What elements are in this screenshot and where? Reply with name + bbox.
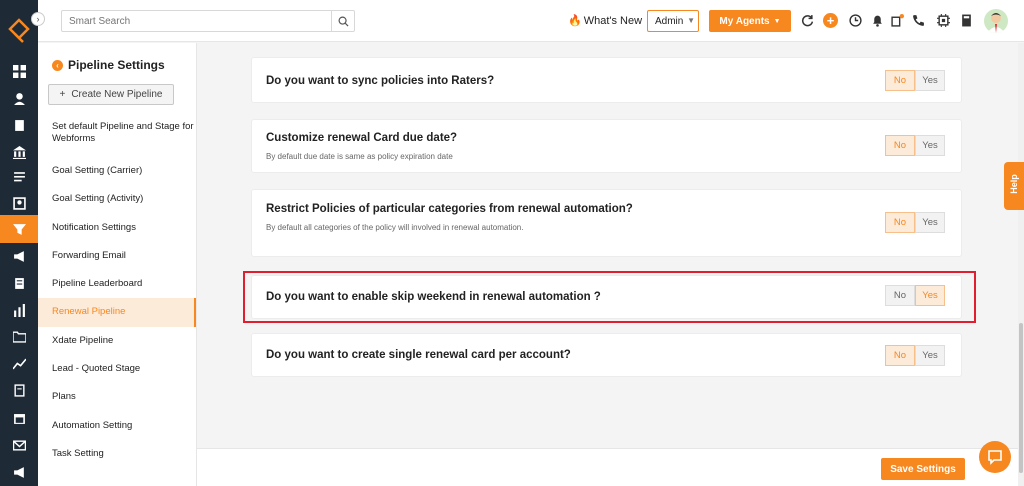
search-button[interactable] xyxy=(331,11,354,31)
admin-select[interactable]: Admin ▼ xyxy=(647,10,699,32)
scrollbar[interactable] xyxy=(1018,43,1024,486)
chevron-down-icon: ▼ xyxy=(773,17,781,25)
no-option[interactable]: No xyxy=(885,345,915,366)
whats-new-label: What's New xyxy=(583,14,643,27)
search-input[interactable] xyxy=(62,11,330,32)
announce-icon[interactable] xyxy=(0,458,38,486)
sidebar-title: ‹ Pipeline Settings xyxy=(52,58,165,72)
fire-icon: 🔥 xyxy=(568,15,582,27)
bar-chart-icon[interactable] xyxy=(0,296,38,324)
sidebar-item-automation[interactable]: Automation Setting xyxy=(38,412,196,440)
bell-icon[interactable] xyxy=(870,13,885,28)
yes-option[interactable]: Yes xyxy=(915,345,945,366)
help-tab[interactable]: Help xyxy=(1004,162,1024,210)
dashboard-icon[interactable] xyxy=(0,57,38,85)
megaphone-icon[interactable] xyxy=(0,242,38,270)
my-agents-button[interactable]: My Agents ▼ xyxy=(709,10,791,32)
yes-option[interactable]: Yes xyxy=(915,135,945,156)
sidebar-item-lead-quoted[interactable]: Lead - Quoted Stage xyxy=(38,355,196,383)
settings-menu: Set default Pipeline and Stage for Webfo… xyxy=(38,115,196,468)
help-label: Help xyxy=(1009,174,1019,194)
yes-no-toggle: No Yes xyxy=(885,345,945,366)
sidebar-item-default-pipeline[interactable]: Set default Pipeline and Stage for Webfo… xyxy=(38,115,196,157)
sidebar-item-notification[interactable]: Notification Settings xyxy=(38,214,196,242)
no-option[interactable]: No xyxy=(885,70,915,91)
yes-no-toggle: No Yes xyxy=(885,212,945,233)
sidebar-item-goal-carrier[interactable]: Goal Setting (Carrier) xyxy=(38,157,196,185)
brand-logo-icon[interactable] xyxy=(8,18,30,44)
folder-icon[interactable] xyxy=(0,322,38,350)
chevron-down-icon: ▼ xyxy=(687,16,695,25)
mail-icon[interactable] xyxy=(0,431,38,459)
my-agents-label: My Agents xyxy=(719,15,770,27)
contacts-icon[interactable] xyxy=(0,84,38,112)
sidebar-item-leaderboard[interactable]: Pipeline Leaderboard xyxy=(38,270,196,298)
setting-description: By default all categories of the policy … xyxy=(266,223,524,232)
top-bar: 🔥 What's New Admin ▼ My Agents ▼ + xyxy=(38,0,1024,42)
sidebar-item-forwarding-email[interactable]: Forwarding Email xyxy=(38,242,196,270)
no-option[interactable]: No xyxy=(885,212,915,233)
calendar-icon[interactable] xyxy=(0,404,38,432)
chat-button[interactable] xyxy=(979,441,1011,473)
admin-label: Admin xyxy=(655,15,684,27)
back-arrow-icon[interactable]: ‹ xyxy=(52,59,63,71)
phone-icon[interactable] xyxy=(911,13,926,28)
settings-content: Do you want to sync policies into Raters… xyxy=(197,43,1024,486)
yes-no-toggle: No Yes xyxy=(885,135,945,156)
setting-card-restrict-policies: Restrict Policies of particular categori… xyxy=(251,189,962,257)
yes-option[interactable]: Yes xyxy=(915,70,945,91)
save-settings-button[interactable]: Save Settings xyxy=(881,458,965,480)
collapse-chevron-icon[interactable]: › xyxy=(31,12,45,26)
sidebar-item-plans[interactable]: Plans xyxy=(38,383,196,411)
setting-question: Restrict Policies of particular categori… xyxy=(266,203,633,215)
setting-card-sync-raters: Do you want to sync policies into Raters… xyxy=(251,57,962,103)
tasks-icon[interactable] xyxy=(0,376,38,404)
setting-card-renewal-due-date: Customize renewal Card due date? By defa… xyxy=(251,119,962,173)
clock-icon[interactable] xyxy=(848,13,863,28)
add-icon[interactable]: + xyxy=(823,13,838,28)
sidebar-item-renewal-pipeline[interactable]: Renewal Pipeline xyxy=(38,298,196,327)
refresh-icon[interactable] xyxy=(800,13,815,28)
setting-question: Customize renewal Card due date? xyxy=(266,132,458,144)
status-icon[interactable] xyxy=(890,13,905,28)
whats-new-link[interactable]: 🔥 What's New xyxy=(568,14,643,28)
sidebar-item-task[interactable]: Task Setting xyxy=(38,440,196,468)
no-option[interactable]: No xyxy=(885,135,915,156)
smart-search xyxy=(61,10,355,32)
bottom-action-bar: Save Settings xyxy=(197,448,1024,486)
sidebar-item-goal-activity[interactable]: Goal Setting (Activity) xyxy=(38,185,196,213)
setting-question: Do you want to sync policies into Raters… xyxy=(266,75,495,87)
create-new-pipeline-button[interactable]: + Create New Pipeline xyxy=(48,84,174,105)
highlight-box xyxy=(243,271,976,323)
plus-icon: + xyxy=(59,89,66,100)
icon-rail: › xyxy=(0,0,45,486)
growth-chart-icon[interactable] xyxy=(0,349,38,377)
scrollbar-thumb[interactable] xyxy=(1019,323,1023,473)
list-icon[interactable] xyxy=(0,162,38,190)
setting-card-single-renewal: Do you want to create single renewal car… xyxy=(251,333,962,377)
search-icon xyxy=(338,16,349,27)
calculator-icon[interactable] xyxy=(959,13,974,28)
page-title: Pipeline Settings xyxy=(68,58,165,72)
profile-card-icon[interactable] xyxy=(0,189,38,217)
pipeline-filter-icon[interactable] xyxy=(0,215,38,243)
yes-option[interactable]: Yes xyxy=(915,212,945,233)
chat-icon xyxy=(988,450,1002,465)
sidebar-item-xdate-pipeline[interactable]: Xdate Pipeline xyxy=(38,327,196,355)
yes-no-toggle: No Yes xyxy=(885,70,945,91)
setting-description: By default due date is same as policy ex… xyxy=(266,152,453,161)
avatar[interactable] xyxy=(984,9,1008,33)
chip-icon[interactable] xyxy=(936,13,951,28)
setting-question: Do you want to create single renewal car… xyxy=(266,349,571,361)
pipeline-settings-sidebar: ‹ Pipeline Settings + Create New Pipelin… xyxy=(38,43,197,486)
documents-icon[interactable] xyxy=(0,111,38,139)
create-pipeline-label: Create New Pipeline xyxy=(71,89,163,100)
notes-icon[interactable] xyxy=(0,269,38,297)
